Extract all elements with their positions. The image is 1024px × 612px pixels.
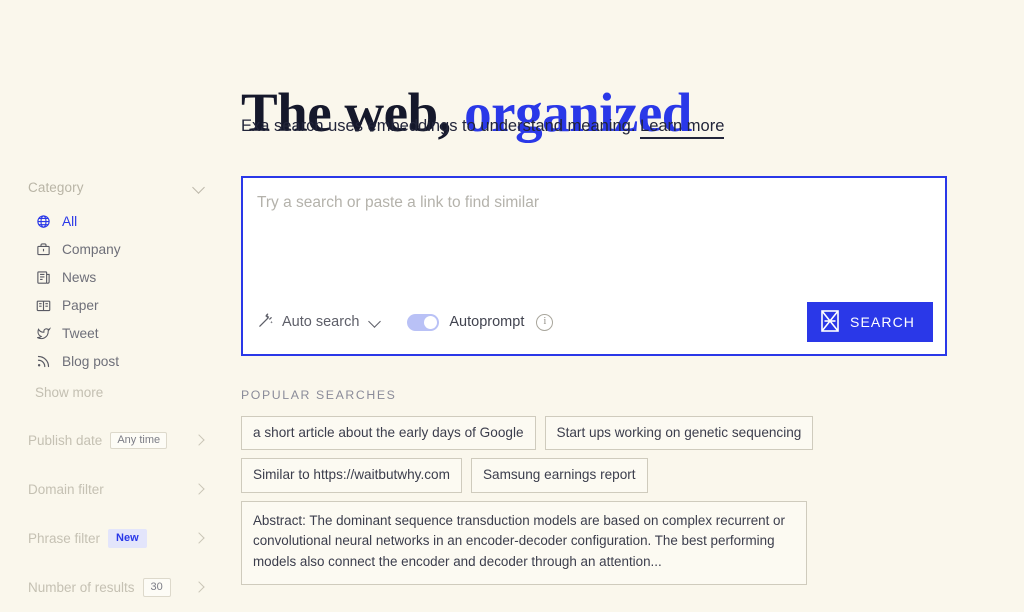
- search-input[interactable]: [257, 194, 917, 284]
- popular-searches-heading: POPULAR SEARCHES: [241, 388, 397, 402]
- auto-search-dropdown[interactable]: Auto search: [257, 312, 381, 333]
- popular-search-chip[interactable]: Abstract: The dominant sequence transduc…: [241, 500, 807, 585]
- chevron-down-icon[interactable]: [369, 316, 381, 328]
- filter-row-number-of-results[interactable]: Number of results 30: [0, 574, 228, 600]
- filter-badge[interactable]: 30: [142, 577, 171, 597]
- filter-row-publish-date[interactable]: Publish date Any time: [0, 427, 228, 453]
- chevron-right-icon[interactable]: [194, 434, 206, 446]
- globe-icon: [35, 213, 51, 229]
- exa-logo-icon: [821, 309, 839, 335]
- popular-search-chip[interactable]: a short article about the early days of …: [241, 416, 536, 451]
- chevron-right-icon[interactable]: [194, 532, 206, 544]
- sidebar-item-label: All: [62, 213, 78, 229]
- filter-label: Phrase filter: [28, 530, 101, 546]
- popular-search-chip[interactable]: Start ups working on genetic sequencing: [544, 416, 814, 451]
- page-subtitle: Exa search uses embeddings to understand…: [241, 117, 725, 139]
- sidebar-filter-list: Publish date Any time Domain filter Phrase …: [0, 427, 228, 600]
- popular-searches-list: a short article about the early days of …: [241, 416, 1001, 585]
- main-content: The web, organized Exa search uses embed…: [228, 0, 1024, 612]
- autoprompt-label: Autoprompt: [449, 314, 525, 330]
- autoprompt-control: Autoprompt i: [407, 313, 554, 331]
- popular-search-chip[interactable]: Samsung earnings report: [470, 458, 648, 493]
- popular-search-chip[interactable]: Similar to https://waitbutwhy.com: [241, 458, 462, 493]
- chevron-right-icon[interactable]: [194, 581, 206, 593]
- chevron-down-icon[interactable]: [193, 181, 206, 194]
- auto-search-label: Auto search: [282, 314, 360, 330]
- search-toolbar: Auto search Autoprompt i SEARCH: [243, 290, 945, 354]
- chevron-right-icon[interactable]: [194, 483, 206, 495]
- search-panel[interactable]: Auto search Autoprompt i SEARCH: [241, 176, 947, 356]
- filter-label: Publish date: [28, 432, 103, 448]
- sidebar-item-label: Paper: [62, 297, 99, 313]
- subtitle-text: Exa search uses embeddings to understand…: [241, 117, 636, 135]
- sidebar: Category All Company News Paper Tweet Blog po…: [0, 0, 228, 612]
- sidebar-item-label: Company: [62, 241, 121, 257]
- learn-more-link[interactable]: Learn more: [640, 117, 725, 139]
- sidebar-item-tweet[interactable]: Tweet: [0, 319, 228, 347]
- sidebar-show-more-button[interactable]: Show more: [0, 380, 228, 404]
- filter-row-phrase-filter[interactable]: Phrase filter New: [0, 525, 228, 551]
- filter-label: Number of results: [28, 579, 135, 595]
- search-button-label: SEARCH: [850, 314, 915, 330]
- filter-badge[interactable]: Any time: [110, 431, 168, 449]
- twitter-bird-icon: [35, 325, 51, 341]
- sidebar-item-label: Tweet: [62, 325, 99, 341]
- sidebar-item-label: Blog post: [62, 353, 120, 369]
- sidebar-item-label: News: [62, 269, 97, 285]
- briefcase-icon: [35, 241, 51, 257]
- newspaper-icon: [35, 269, 51, 285]
- sidebar-item-blog-post[interactable]: Blog post: [0, 347, 228, 375]
- sidebar-category-label: Category: [28, 179, 84, 195]
- book-icon: [35, 297, 51, 313]
- sidebar-item-news[interactable]: News: [0, 263, 228, 291]
- filter-label: Domain filter: [28, 481, 104, 497]
- magic-wand-icon: [257, 312, 274, 333]
- sidebar-item-company[interactable]: Company: [0, 235, 228, 263]
- autoprompt-toggle[interactable]: [407, 313, 440, 331]
- sidebar-category-list: All Company News Paper Tweet Blog post: [0, 207, 228, 375]
- sidebar-category-header[interactable]: Category: [0, 176, 228, 198]
- filter-row-domain-filter[interactable]: Domain filter: [0, 476, 228, 502]
- filter-badge[interactable]: New: [108, 528, 147, 548]
- sidebar-item-all[interactable]: All: [0, 207, 228, 235]
- rss-icon: [35, 353, 51, 369]
- search-button[interactable]: SEARCH: [807, 302, 933, 342]
- sidebar-item-paper[interactable]: Paper: [0, 291, 228, 319]
- info-icon[interactable]: i: [536, 313, 554, 331]
